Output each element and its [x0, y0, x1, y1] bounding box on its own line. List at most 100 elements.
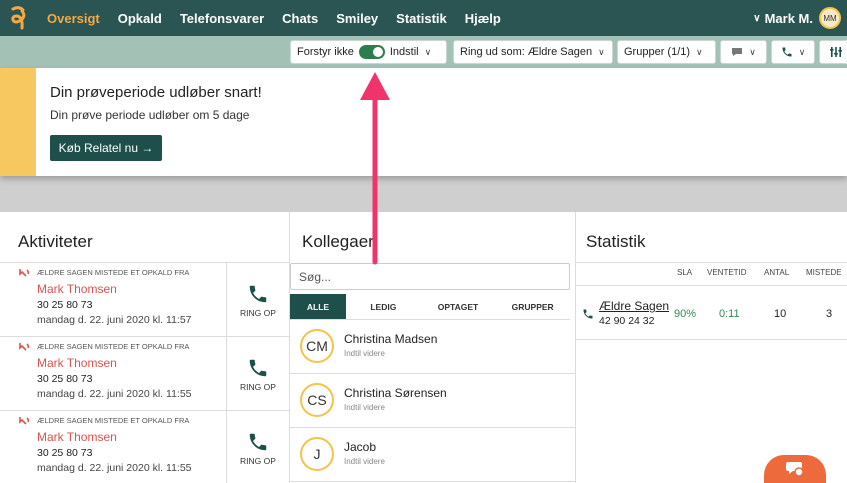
- colleague-status: Indtil videre: [344, 349, 385, 358]
- user-avatar: MM: [819, 7, 841, 29]
- sla-value: 90%: [674, 308, 697, 320]
- colleague-item[interactable]: CM Christina Madsen Indtil videre: [290, 320, 576, 374]
- nav-chats[interactable]: Chats: [273, 11, 327, 26]
- activity-header: ÆLDRE SAGEN MISTEDE ET OPKALD FRA: [37, 268, 190, 277]
- call-back-label: RING OP: [240, 307, 276, 318]
- chevron-down-icon: ∨: [798, 46, 806, 57]
- toolbar: Forstyr ikke Indstil ∨ Ring ud som: Ældr…: [0, 36, 847, 68]
- banner-subtitle: Din prøve periode udløber om 5 dage: [50, 108, 250, 122]
- caller-name-link[interactable]: Mark Thomsen: [37, 356, 117, 370]
- colleague-item[interactable]: CS Christina Sørensen Indtil videre: [290, 374, 576, 428]
- colleague-name: Jacob: [344, 440, 377, 454]
- statistics-title: Statistik: [586, 232, 646, 251]
- activity-date: mandag d. 22. juni 2020 kl. 11:57: [37, 314, 192, 326]
- chevron-down-icon: ∨: [598, 46, 605, 57]
- queue-number: 42 90 24 32: [599, 315, 655, 327]
- header-antal: ANTAL: [764, 268, 790, 277]
- colleague-name: Christina Sørensen: [344, 386, 447, 400]
- phone-icon: [249, 285, 267, 302]
- nav-smiley[interactable]: Smiley: [327, 11, 387, 26]
- activities-title: Aktiviteter: [18, 232, 93, 251]
- top-navigation: Oversigt Opkald Telefonsvarer Chats Smil…: [0, 0, 847, 36]
- user-name: Mark M.: [764, 10, 813, 26]
- chat-status-select[interactable]: ∨: [720, 40, 767, 64]
- colleague-item[interactable]: J Jacob Indtil videre: [290, 428, 576, 482]
- call-back-button[interactable]: RING OP: [226, 263, 290, 337]
- missed-call-icon: [19, 269, 30, 277]
- nav-opkald[interactable]: Opkald: [109, 11, 171, 26]
- dnd-toggle[interactable]: [358, 45, 385, 59]
- nav-telefonsvarer[interactable]: Telefonsvarer: [171, 11, 273, 26]
- relatel-logo-icon[interactable]: [0, 0, 38, 36]
- divider: [576, 285, 847, 286]
- tab-optaget[interactable]: OPTAGET: [420, 294, 496, 320]
- missed-call-icon: [19, 343, 30, 351]
- header-mistede: MISTEDE: [806, 268, 842, 277]
- user-menu[interactable]: ∨ Mark M. MM: [753, 0, 841, 36]
- avatar: J: [300, 437, 334, 471]
- activity-item: ÆLDRE SAGEN MISTEDE ET OPKALD FRA Mark T…: [0, 337, 290, 411]
- wait-value: 0:11: [719, 308, 740, 320]
- colleagues-title: Kollegaer: [302, 232, 374, 251]
- support-chat-icon: [786, 462, 804, 477]
- tab-grupper[interactable]: GRUPPER: [495, 294, 571, 320]
- activity-date: mandag d. 22. juni 2020 kl. 11:55: [37, 388, 192, 400]
- call-back-button[interactable]: RING OP: [226, 337, 290, 411]
- queue-name-link[interactable]: Ældre Sagen: [599, 299, 669, 313]
- avatar: CS: [300, 383, 334, 417]
- nav-statistik[interactable]: Statistik: [387, 11, 456, 26]
- phone-icon: [782, 47, 792, 57]
- caller-name-link[interactable]: Mark Thomsen: [37, 430, 117, 444]
- chevron-down-icon: ∨: [753, 12, 761, 24]
- activity-header: ÆLDRE SAGEN MISTEDE ET OPKALD FRA: [37, 342, 190, 351]
- filters-button[interactable]: [819, 40, 847, 64]
- avatar: CM: [300, 329, 334, 363]
- missed-call-icon: [19, 417, 30, 425]
- colleague-status: Indtil videre: [344, 403, 385, 412]
- buy-relatel-button[interactable]: Køb Relatel nu →: [50, 135, 162, 161]
- statistics-panel: Statistik SLA VENTETID ANTAL MISTEDE Æld…: [576, 212, 847, 483]
- tab-ledig[interactable]: LEDIG: [346, 294, 421, 320]
- nav-oversigt[interactable]: Oversigt: [38, 11, 109, 26]
- tab-alle[interactable]: ALLE: [290, 294, 346, 320]
- colleague-status: Indtil videre: [344, 457, 385, 466]
- activity-date: mandag d. 22. juni 2020 kl. 11:55: [37, 462, 192, 474]
- dnd-label: Forstyr ikke: [297, 46, 354, 58]
- colleagues-panel: Kollegaer ALLE LEDIG OPTAGET GRUPPER CM …: [290, 212, 576, 483]
- count-value: 10: [774, 308, 787, 320]
- caller-number: 30 25 80 73: [37, 373, 93, 385]
- chevron-down-icon: ∨: [696, 46, 703, 57]
- activity-item: ÆLDRE SAGEN MISTEDE ET OPKALD FRA Mark T…: [0, 263, 290, 337]
- caller-name-link[interactable]: Mark Thomsen: [37, 282, 117, 296]
- activity-header: ÆLDRE SAGEN MISTEDE ET OPKALD FRA: [37, 416, 190, 425]
- caller-number: 30 25 80 73: [37, 447, 93, 459]
- settings-label: Indstil: [389, 46, 419, 58]
- chevron-down-icon: ∨: [424, 46, 432, 57]
- phone-icon: [249, 359, 267, 376]
- nav-hjaelp[interactable]: Hjælp: [456, 11, 510, 26]
- groups-select[interactable]: Grupper (1/1) ∨: [617, 40, 716, 64]
- divider: [576, 262, 847, 263]
- sliders-icon: [830, 47, 842, 57]
- call-back-label: RING OP: [240, 455, 276, 466]
- groups-label: Grupper (1/1): [624, 46, 691, 58]
- activity-item: ÆLDRE SAGEN MISTEDE ET OPKALD FRA Mark T…: [0, 411, 290, 483]
- activities-panel: Aktiviteter ÆLDRE SAGEN MISTEDE ET OPKAL…: [0, 212, 290, 483]
- chevron-down-icon: ∨: [749, 46, 756, 57]
- phone-icon: [249, 433, 267, 450]
- divider: [576, 339, 847, 340]
- call-as-select[interactable]: Ring ud som: Ældre Sagen ∨: [453, 40, 613, 64]
- header-ventetid: VENTETID: [707, 268, 747, 277]
- call-back-button[interactable]: RING OP: [226, 411, 290, 483]
- header-sla: SLA: [677, 268, 693, 277]
- caller-number: 30 25 80 73: [37, 299, 93, 311]
- call-as-label: Ring ud som: Ældre Sagen: [460, 46, 593, 58]
- colleague-tabs: ALLE LEDIG OPTAGET GRUPPER: [290, 294, 571, 320]
- missed-value: 3: [826, 308, 833, 320]
- colleague-search-input[interactable]: [290, 263, 570, 290]
- support-chat-button[interactable]: [764, 455, 826, 483]
- do-not-disturb-control[interactable]: Forstyr ikke Indstil ∨: [290, 40, 447, 64]
- chat-bubble-icon: [732, 48, 743, 56]
- phone-status-select[interactable]: ∨: [771, 40, 815, 64]
- phone-icon: [583, 309, 593, 319]
